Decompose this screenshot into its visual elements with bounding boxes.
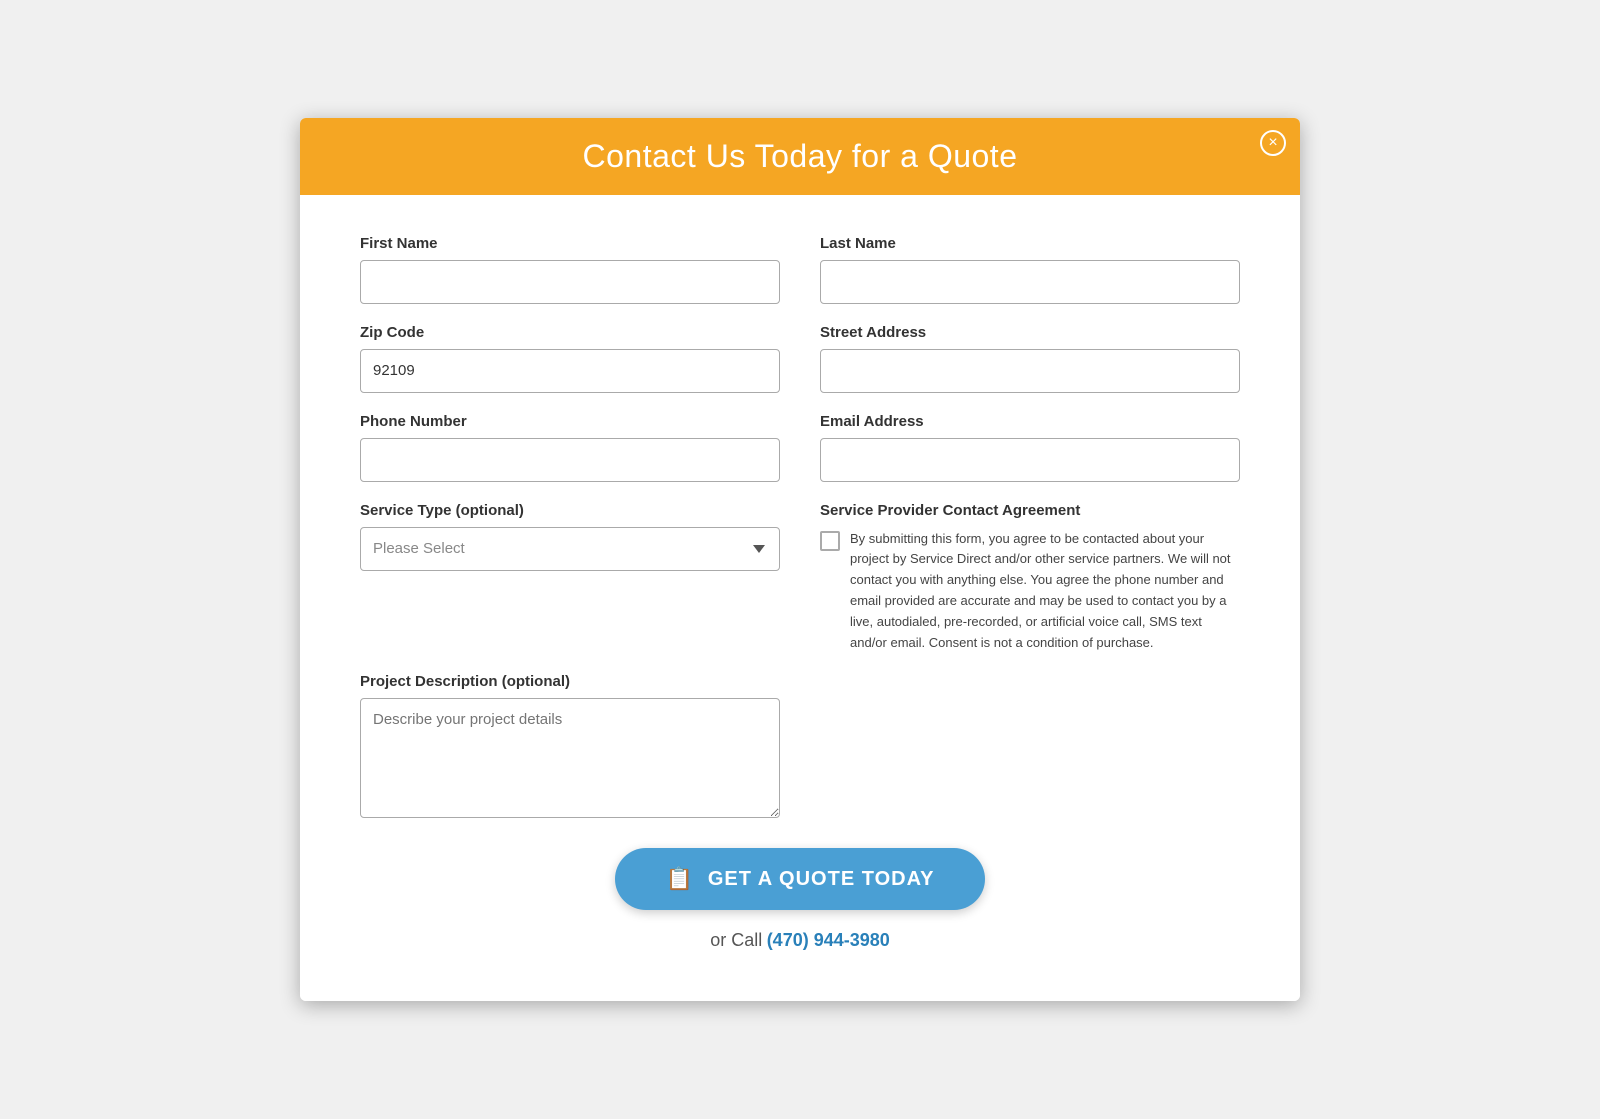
zip-code-label: Zip Code	[360, 324, 780, 341]
agreement-content: By submitting this form, you agree to be…	[820, 529, 1240, 654]
last-name-label: Last Name	[820, 235, 1240, 252]
email-address-input[interactable]	[820, 438, 1240, 482]
call-section: or Call (470) 944-3980	[710, 930, 890, 951]
agreement-text: By submitting this form, you agree to be…	[850, 529, 1240, 654]
description-spacer	[820, 673, 1240, 818]
agreement-section: Service Provider Contact Agreement By su…	[820, 502, 1240, 654]
phone-number-input[interactable]	[360, 438, 780, 482]
service-agreement-row: Service Type (optional) Please Select Se…	[360, 502, 1240, 654]
project-description-input[interactable]	[360, 698, 780, 818]
modal-container: Contact Us Today for a Quote × First Nam…	[300, 118, 1300, 1002]
address-row: Zip Code Street Address	[360, 324, 1240, 393]
service-type-label: Service Type (optional)	[360, 502, 780, 519]
phone-number-group: Phone Number	[360, 413, 780, 482]
contact-row: Phone Number Email Address	[360, 413, 1240, 482]
modal-body: First Name Last Name Zip Code Street Add…	[300, 195, 1300, 1002]
email-address-label: Email Address	[820, 413, 1240, 430]
service-type-group: Service Type (optional) Please Select	[360, 502, 780, 654]
street-address-group: Street Address	[820, 324, 1240, 393]
zip-code-input[interactable]	[360, 349, 780, 393]
description-row: Project Description (optional)	[360, 673, 1240, 818]
service-type-select[interactable]: Please Select	[360, 527, 780, 571]
street-address-input[interactable]	[820, 349, 1240, 393]
first-name-label: First Name	[360, 235, 780, 252]
agreement-title: Service Provider Contact Agreement	[820, 502, 1240, 519]
last-name-group: Last Name	[820, 235, 1240, 304]
project-description-label: Project Description (optional)	[360, 673, 780, 690]
name-row: First Name Last Name	[360, 235, 1240, 304]
email-address-group: Email Address	[820, 413, 1240, 482]
modal-header: Contact Us Today for a Quote ×	[300, 118, 1300, 195]
zip-code-group: Zip Code	[360, 324, 780, 393]
get-quote-button[interactable]: 📋 GET A QUOTE TODAY	[615, 848, 984, 910]
agreement-checkbox[interactable]	[820, 531, 840, 551]
quote-icon: 📋	[665, 866, 693, 892]
modal-title: Contact Us Today for a Quote	[340, 138, 1260, 175]
first-name-group: First Name	[360, 235, 780, 304]
form-footer: 📋 GET A QUOTE TODAY or Call (470) 944-39…	[360, 838, 1240, 971]
street-address-label: Street Address	[820, 324, 1240, 341]
project-description-group: Project Description (optional)	[360, 673, 780, 818]
call-text: or Call	[710, 930, 762, 950]
close-button[interactable]: ×	[1260, 130, 1286, 156]
get-quote-label: GET A QUOTE TODAY	[708, 868, 935, 891]
phone-number-label: Phone Number	[360, 413, 780, 430]
last-name-input[interactable]	[820, 260, 1240, 304]
call-number: (470) 944-3980	[767, 930, 890, 950]
first-name-input[interactable]	[360, 260, 780, 304]
